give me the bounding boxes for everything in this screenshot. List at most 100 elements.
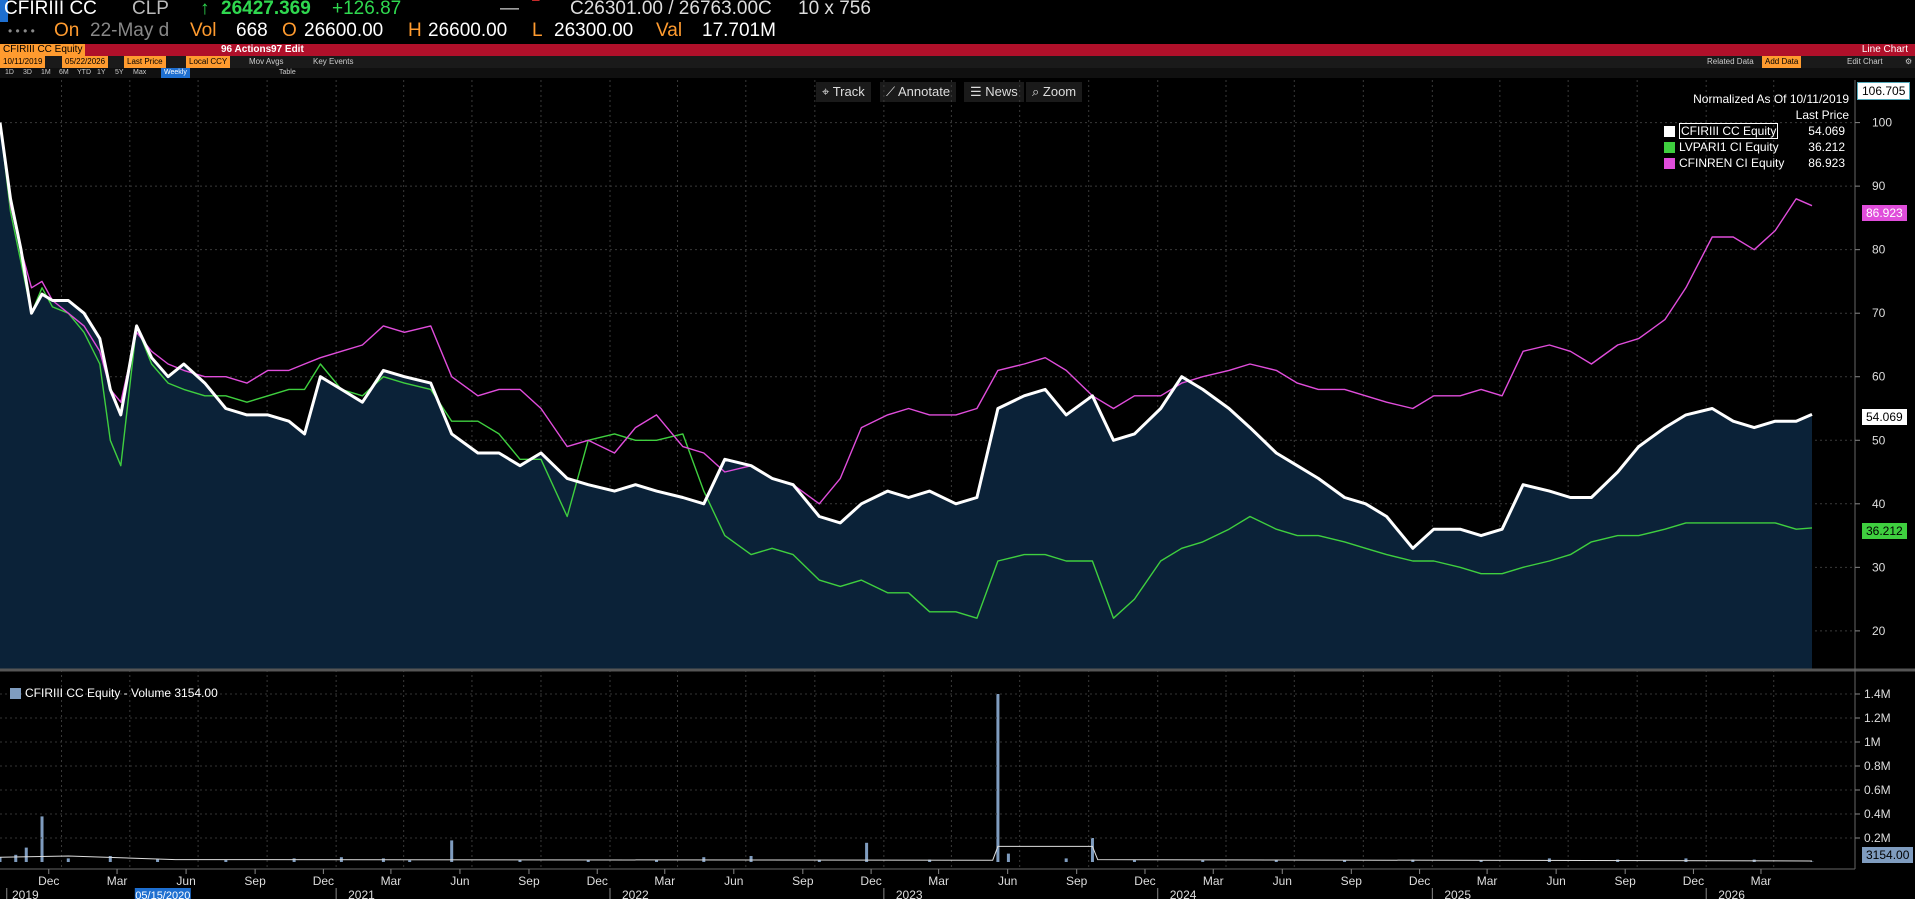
x-month-label: Dec: [860, 874, 881, 888]
x-month-label: Dec: [1409, 874, 1430, 888]
bid-ask: C26301.00 / 26763.00C: [570, 0, 772, 19]
y-tick-label: 90: [1872, 179, 1886, 193]
volume-bar: [40, 816, 44, 862]
open-value: 26600.00: [304, 20, 384, 41]
frequency-select[interactable]: Weekly: [161, 68, 190, 78]
x-month-label: Sep: [244, 874, 266, 888]
range-1y[interactable]: 1Y: [94, 68, 109, 78]
add-data-button[interactable]: Add Data: [1762, 56, 1802, 68]
x-month-label: Mar: [1477, 874, 1498, 888]
high-label: H: [408, 20, 422, 41]
volume-bar: [66, 858, 70, 862]
legend-swatch: [1664, 126, 1675, 138]
range-selector: 1D 3D 1M 6M YTD 1Y 5Y Max Weekly Table: [0, 68, 1915, 78]
volume-bar: [292, 858, 296, 862]
chart-toolbar: 10/11/2019 05/22/2026 Last Price Local C…: [0, 56, 1915, 68]
function-bar: CFIRIII CC Equity 96 Actions 97 Edit Lin…: [0, 44, 1915, 56]
y-tick-label: 100: [1872, 116, 1892, 130]
x-month-label: Sep: [1341, 874, 1363, 888]
security-field[interactable]: CFIRIII CC Equity: [0, 44, 86, 56]
low-label: L: [532, 20, 543, 41]
legend-swatch: [1664, 158, 1675, 170]
cursor-date-label: 05/15/2020: [135, 890, 190, 899]
x-year-label: 2019: [12, 888, 39, 899]
y-axis-labels: 20 30 40 50 60 70 80 90 100: [1855, 116, 1892, 638]
range-max[interactable]: Max: [130, 68, 149, 78]
volume-header: CFIRIII CC Equity - Volume 3154.00: [10, 686, 218, 700]
x-year-label: 2025: [1444, 888, 1471, 899]
legend: Normalized As Of 10/11/2019 Last Price C…: [1664, 91, 1849, 171]
mov-avgs-toggle[interactable]: Mov Avgs: [246, 56, 287, 68]
price-area: [0, 122, 1812, 670]
volume-bar: [996, 694, 1000, 862]
x-month-label: Sep: [792, 874, 814, 888]
ticker[interactable]: CFIRIII CC: [4, 0, 97, 20]
x-month-label: Dec: [1134, 874, 1155, 888]
vol-label: Vol: [190, 20, 217, 41]
volume-bar: [0, 857, 2, 862]
currency-field[interactable]: Local CCY: [186, 56, 231, 68]
x-month-label: Mar: [1751, 874, 1772, 888]
related-data-button[interactable]: Related Data: [1704, 56, 1757, 68]
volume-tick-label: 0.4M: [1864, 807, 1891, 821]
edit-chart-button[interactable]: Edit Chart: [1844, 56, 1886, 68]
currency: CLP: [132, 0, 169, 19]
volume-tick-label: 0.2M: [1864, 831, 1891, 845]
x-axis-labels: Dec Mar Jun Sep Dec Mar Jun Sep Dec Mar Jun Sep Dec M…: [6, 869, 1772, 899]
start-date-field[interactable]: 10/11/2019: [0, 56, 46, 68]
x-month-label: Jun: [1273, 874, 1292, 888]
y-tick-label: 80: [1872, 243, 1886, 257]
volume-last-label: 3154.00: [1862, 847, 1914, 863]
legend-title: Normalized As Of 10/11/2019: [1693, 92, 1849, 106]
volume-bar: [14, 854, 18, 862]
gear-icon[interactable]: ⚙: [1902, 56, 1915, 68]
x-month-label: Sep: [518, 874, 540, 888]
legend-subtitle: Last Price: [1795, 108, 1849, 122]
legend-series-name: LVPARI1 CI Equity: [1679, 140, 1779, 154]
range-1d[interactable]: 1D: [2, 68, 17, 78]
quote-date: 22-May d: [90, 20, 170, 41]
range-1m[interactable]: 1M: [38, 68, 54, 78]
y-tick-label: 20: [1872, 624, 1886, 638]
cfirii-last-label: 54.069: [1862, 409, 1907, 425]
range-5y[interactable]: 5Y: [112, 68, 127, 78]
end-date-field[interactable]: 05/22/2026: [62, 56, 109, 68]
price-chart[interactable]: 20 30 40 50 60 70 80 90 100 0.2M 0.4M 0.6M 0.8M 1M 1.…: [0, 80, 1915, 899]
x-month-label: Mar: [381, 874, 402, 888]
quote-header: CFIRIII CC CLP ↑ 26427.369 +126.87 — └ C…: [0, 0, 1915, 44]
key-events-toggle[interactable]: Key Events: [310, 56, 356, 68]
last-price-field[interactable]: Last Price: [124, 56, 166, 68]
x-month-label: Sep: [1066, 874, 1088, 888]
x-month-label: Jun: [450, 874, 469, 888]
actions-menu[interactable]: 96 Actions: [218, 44, 274, 56]
volume-bar: [1006, 853, 1010, 862]
x-month-label: Jun: [998, 874, 1017, 888]
range-6m[interactable]: 6M: [56, 68, 72, 78]
table-button[interactable]: Table: [276, 68, 299, 78]
x-month-label: Jun: [1546, 874, 1565, 888]
volume-bar: [450, 840, 454, 862]
volume-tick-label: 1.4M: [1864, 687, 1891, 701]
legend-item[interactable]: CFIRIII CC Equity 54.069: [1664, 123, 1849, 139]
val-label: Val: [656, 20, 683, 41]
edit-menu[interactable]: 97 Edit: [268, 44, 307, 56]
x-month-label: Mar: [654, 874, 675, 888]
x-month-label: Mar: [107, 874, 128, 888]
up-arrow-icon: ↑: [200, 0, 210, 19]
legend-item[interactable]: CFINREN CI Equity 86.923: [1664, 155, 1849, 171]
legend-series-value: 36.212: [1808, 140, 1845, 154]
volume-bar: [24, 847, 28, 862]
range-ytd[interactable]: YTD: [74, 68, 94, 78]
x-month-label: Mar: [928, 874, 949, 888]
volume-bars: [0, 694, 1814, 862]
x-month-label: Mar: [1203, 874, 1224, 888]
chart-type-label: Line Chart: [1861, 44, 1908, 55]
legend-item[interactable]: LVPARI1 CI Equity 36.212: [1664, 139, 1849, 155]
volume-tick-label: 1M: [1864, 735, 1881, 749]
legend-series-value: 54.069: [1808, 124, 1845, 138]
price-area-fill: [0, 122, 1812, 670]
x-month-label: Jun: [724, 874, 743, 888]
range-3d[interactable]: 3D: [20, 68, 35, 78]
last-price: 26427.369: [221, 0, 311, 19]
x-month-label: Jun: [176, 874, 195, 888]
